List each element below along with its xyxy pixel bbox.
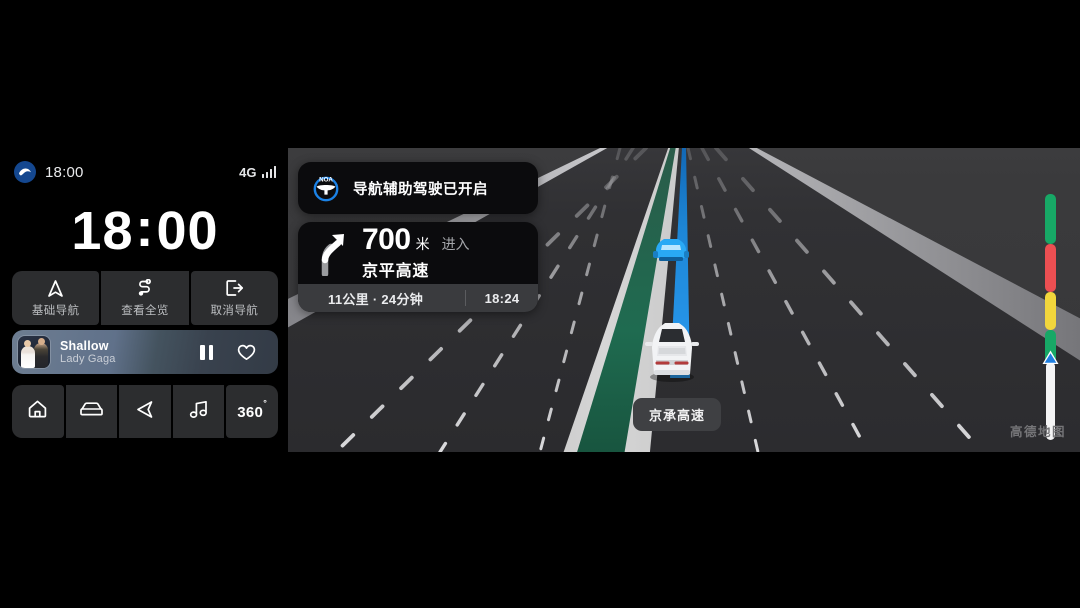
noa-status-text: 导航辅助驾驶已开启 <box>353 181 488 198</box>
media-track-title: Shallow <box>60 338 109 353</box>
maneuver-main: 700 米 进入 京平高速 <box>298 222 538 284</box>
pause-button[interactable] <box>200 344 213 360</box>
status-bar: 18:00 4G <box>0 158 290 186</box>
maneuver-card: 700 米 进入 京平高速 11公里 · 24分钟 18:24 <box>298 222 538 312</box>
car-icon <box>79 401 104 423</box>
dock-360-degree: ° <box>263 397 268 408</box>
traffic-segment <box>1045 292 1056 330</box>
lead-vehicle-highlight <box>650 233 692 265</box>
traffic-condition-bar <box>1042 194 1059 440</box>
maneuver-distance-line: 700 米 进入 <box>362 225 470 255</box>
clock-separator: : <box>135 198 155 258</box>
navigation-drive-view[interactable]: NOA 导航辅助驾驶已开启 700 米 进入 京平高速 11公里 · 24分钟 … <box>288 148 1080 452</box>
dock-item-vehicle[interactable] <box>65 385 118 438</box>
network-type-label: 4G <box>239 164 257 180</box>
album-art-head-left <box>24 340 31 347</box>
dock-item-navigation[interactable] <box>119 385 171 438</box>
navigation-action-row: 基础导航 查看全览 取消导航 <box>12 271 278 325</box>
status-bar-right: 4G <box>239 165 276 180</box>
noa-status-banner: NOA 导航辅助驾驶已开启 <box>298 162 538 214</box>
music-note-icon <box>189 400 209 424</box>
route-overview-icon <box>134 278 156 298</box>
maneuver-road-name: 京平高速 <box>362 263 430 280</box>
large-clock: 18:00 <box>0 198 290 262</box>
maneuver-distance-unit: 米 <box>415 236 430 252</box>
media-artist-name: Lady Gaga <box>60 352 116 365</box>
dock-item-camera-360[interactable]: 360° <box>226 385 278 438</box>
favorite-button[interactable] <box>237 344 256 361</box>
left-home-panel: 18:00 4G 18:00 基础导航 查看全览 取消导航 Shallow La… <box>0 150 290 452</box>
exit-arrow-icon <box>223 279 245 298</box>
route-overview-button[interactable]: 查看全览 <box>101 271 189 325</box>
fork-right-icon <box>312 230 354 278</box>
dock-item-home[interactable] <box>12 385 64 438</box>
trip-arrival-time: 18:24 <box>484 290 520 306</box>
route-overview-label: 查看全览 <box>121 304 169 317</box>
trip-remaining: 11公里 · 24分钟 <box>328 291 424 307</box>
maneuver-verb: 进入 <box>441 236 470 252</box>
album-art <box>18 336 50 368</box>
heart-icon <box>237 344 256 360</box>
basic-navigation-label: 基础导航 <box>31 304 80 317</box>
album-art-figure-right <box>34 343 48 368</box>
clock-hours: 18 <box>71 201 134 261</box>
signal-strength-icon <box>261 166 276 178</box>
current-road-label: 京承高速 <box>633 398 722 431</box>
pause-icon <box>200 344 213 360</box>
home-icon <box>27 399 48 424</box>
media-controls <box>200 344 278 361</box>
car-infotainment-screen: 18:00 4G 18:00 基础导航 查看全览 取消导航 Shallow La… <box>0 0 1080 608</box>
media-metadata: Shallow Lady Gaga <box>60 339 116 366</box>
status-bar-time: 18:00 <box>45 163 84 181</box>
trip-summary-bar: 11公里 · 24分钟 18:24 <box>298 284 538 312</box>
traffic-segment <box>1045 244 1056 292</box>
maneuver-distance: 700 <box>362 223 411 256</box>
swoosh-app-icon <box>14 161 36 183</box>
map-provider-watermark: 高德地图 <box>1009 425 1066 439</box>
360-view-icon: 360° <box>237 398 267 421</box>
dock-item-music[interactable] <box>172 385 225 438</box>
album-art-figure-left <box>21 346 35 368</box>
ego-vehicle <box>643 320 701 382</box>
clock-minutes: 00 <box>156 201 219 261</box>
traffic-segment <box>1045 194 1056 244</box>
navigation-arrow-icon <box>45 279 67 298</box>
app-dock: 360° <box>12 385 278 438</box>
navigation-triangle-icon <box>135 399 155 425</box>
dock-360-label: 360 <box>237 403 264 421</box>
basic-navigation-button[interactable]: 基础导航 <box>12 271 100 325</box>
noa-badge-icon: NOA <box>312 174 340 202</box>
cancel-navigation-label: 取消导航 <box>210 304 259 317</box>
cancel-navigation-button[interactable]: 取消导航 <box>190 271 278 325</box>
album-art-head-right <box>38 338 45 345</box>
maneuver-info: 700 米 进入 京平高速 <box>362 225 470 281</box>
blue-arrow-marker <box>1041 349 1060 368</box>
svg-text:NOA: NOA <box>319 176 333 183</box>
media-player-card[interactable]: Shallow Lady Gaga <box>12 330 278 374</box>
